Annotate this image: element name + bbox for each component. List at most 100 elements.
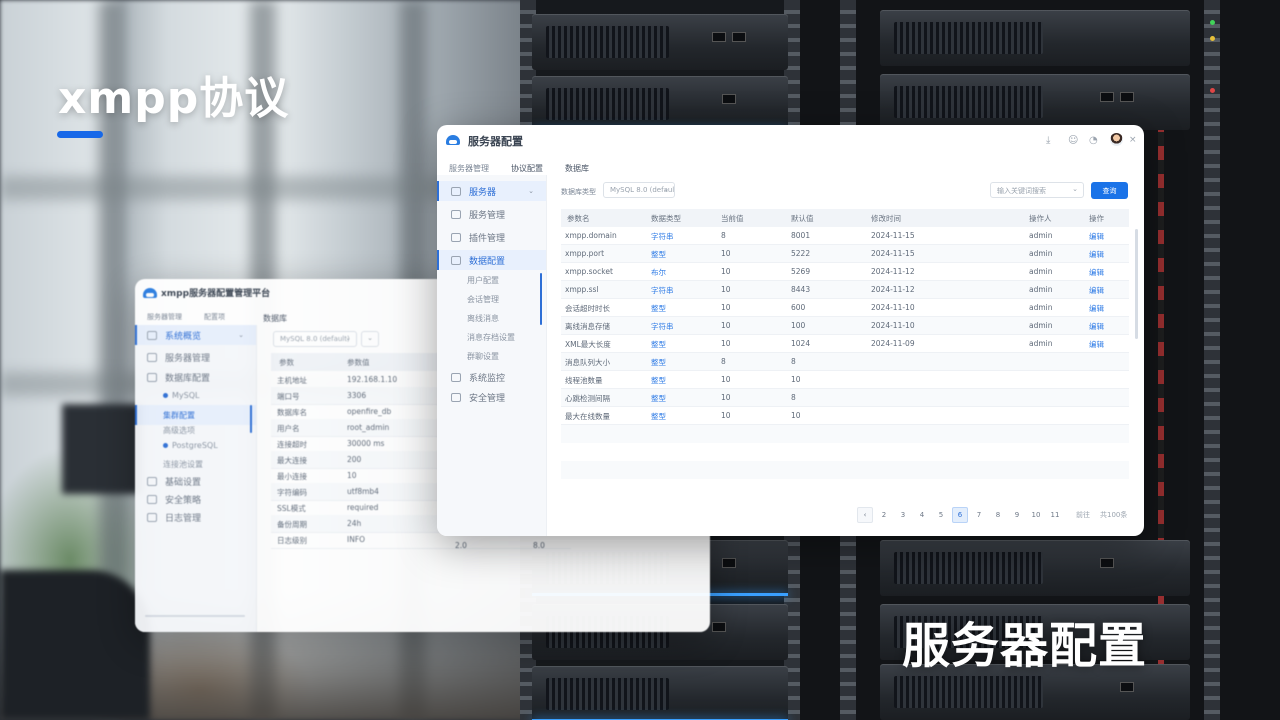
edit-link[interactable]: 编辑 [1089, 339, 1104, 350]
page-button[interactable]: 11 [1047, 507, 1063, 523]
cloud-logo-icon [446, 135, 460, 145]
table-row[interactable]: 离线消息存储 字符串 10 100 2024-11-10 admin 编辑 [561, 317, 1129, 335]
front-subnav-archive[interactable]: 消息存档设置 [467, 332, 515, 343]
table-row[interactable]: 消息队列大小 整型 8 8 [561, 353, 1129, 371]
table-row[interactable]: xmpp.port 整型 10 5222 2024-11-15 admin 编辑 [561, 245, 1129, 263]
back-tabs: 服务器管理 配置项 [147, 312, 247, 322]
front-subnav-offline[interactable]: 离线消息 [467, 313, 499, 324]
back-app-title: xmpp服务器配置管理平台 [161, 289, 271, 299]
front-nav-plugins[interactable]: 插件管理 [437, 227, 546, 247]
total-label: 共100条 [1100, 511, 1128, 519]
title-accent-bar [57, 131, 103, 138]
table-row [561, 443, 1129, 461]
back-h-scrollbar[interactable] [145, 615, 245, 617]
database-icon [147, 372, 157, 382]
tab-protocol[interactable]: 协议配置 [511, 163, 543, 174]
chevron-down-icon: ⌄ [367, 334, 373, 342]
chevron-down-icon: ⌄ [1072, 185, 1078, 193]
back-nav-logs[interactable]: 日志管理 [135, 507, 256, 527]
chevron-down-icon: ⌄ [345, 334, 351, 342]
back-subnav-mysql[interactable]: MySQL [163, 391, 199, 400]
front-subnav-sessions[interactable]: 会话管理 [467, 294, 499, 305]
chevron-down-icon: ⌄ [663, 185, 669, 193]
log-icon [147, 512, 157, 522]
back-extra-select[interactable]: ⌄ [361, 331, 379, 347]
page-button[interactable]: 9 [1009, 507, 1025, 523]
list-icon [451, 209, 461, 219]
back-subnav-pool[interactable]: 连接池设置 [163, 459, 203, 470]
back-nav-security[interactable]: 安全策略 [135, 489, 256, 509]
table-row[interactable]: 线程池数量 整型 10 10 [561, 371, 1129, 389]
slide-subtitle: 服务器配置 [902, 618, 1148, 674]
table-row[interactable]: XML最大长度 整型 10 1024 2024-11-09 admin 编辑 [561, 335, 1129, 353]
db-type-select[interactable]: MySQL 8.0 (default) ⌄ [603, 182, 675, 198]
cloud-logo-icon [143, 288, 157, 298]
home-icon [147, 330, 157, 340]
db-type-label: 数据库类型 [561, 188, 596, 196]
front-subnav-users[interactable]: 用户配置 [467, 275, 499, 286]
edit-link[interactable]: 编辑 [1089, 249, 1104, 260]
front-nav-monitor[interactable]: 系统监控 [437, 367, 546, 387]
page-button[interactable]: 7 [971, 507, 987, 523]
close-icon[interactable]: × [1129, 135, 1137, 145]
download-icon[interactable]: ⤓ [1046, 135, 1050, 146]
page-button[interactable]: 10 [1028, 507, 1044, 523]
back-nav-servers[interactable]: 服务器管理 [135, 347, 256, 367]
back-subnav-advanced[interactable]: 高级选项 [163, 425, 195, 436]
page-button[interactable]: 4 [914, 507, 930, 523]
back-sidebar: 系统概览 ⌄ 服务器管理 数据库配置 MySQL 集群配置 高级选项 Postgr… [135, 325, 257, 632]
page-button[interactable]: 8 [990, 507, 1006, 523]
front-sidebar: 服务器 ⌄ 服务管理 插件管理 数据配置 用户配置 会话管理 离线消息 消息存档设… [437, 175, 547, 536]
search-button[interactable]: 查询 [1091, 182, 1128, 199]
user-icon[interactable]: ☺ [1068, 135, 1078, 146]
goto-label: 前往 [1076, 511, 1090, 519]
back-subnav-postgres[interactable]: PostgreSQL [163, 441, 218, 450]
table-row[interactable]: xmpp.ssl 字符串 10 8443 2024-11-12 admin 编辑 [561, 281, 1129, 299]
front-subnav-groupchat[interactable]: 群聊设置 [467, 351, 499, 362]
search-input[interactable]: 输入关键词搜索 ⌄ [990, 182, 1084, 198]
back-tab-2[interactable]: 配置项 [204, 312, 225, 322]
shield-icon [147, 494, 157, 504]
page-button[interactable]: 5 [933, 507, 949, 523]
config-table-header: 参数名 数据类型 当前值 默认值 修改时间 操作人 操作 [561, 209, 1129, 227]
table-row[interactable]: 心跳检测间隔 整型 10 8 [561, 389, 1129, 407]
table-row[interactable]: 会话超时时长 整型 10 600 2024-11-10 admin 编辑 [561, 299, 1129, 317]
table-row[interactable]: xmpp.socket 布尔 10 5269 2024-11-12 admin 编辑 [561, 263, 1129, 281]
back-db-select[interactable]: MySQL 8.0 (default) ⌄ [273, 331, 357, 347]
back-nav-database[interactable]: 数据库配置 [135, 367, 256, 387]
back-last-row-right: 8.0 [533, 541, 545, 550]
table-row[interactable]: 最大在线数量 整型 10 10 [561, 407, 1129, 425]
edit-link[interactable]: 编辑 [1089, 231, 1104, 242]
table-row [561, 479, 1129, 497]
back-subnav-cluster[interactable]: 集群配置 [135, 405, 256, 425]
tab-database[interactable]: 数据库 [565, 163, 589, 174]
page-button[interactable]: 2 [876, 507, 892, 523]
back-section-title: 数据库 [263, 314, 287, 323]
edit-link[interactable]: 编辑 [1089, 303, 1104, 314]
page-prev-button[interactable]: ‹ [857, 507, 873, 523]
front-nav-data[interactable]: 数据配置 [437, 250, 546, 270]
slide-title: xmpp协议 [58, 73, 290, 124]
front-app-window: 服务器配置 ⤓ ☺ ◔ × 服务器管理 协议配置 数据库 服务器 ⌄ 服务管理 插… [437, 125, 1144, 536]
server-icon [451, 186, 461, 196]
front-nav-services[interactable]: 服务管理 [437, 204, 546, 224]
bell-icon[interactable]: ◔ [1089, 135, 1098, 146]
table-row[interactable]: xmpp.domain 字符串 8 8001 2024-11-15 admin 编辑 [561, 227, 1129, 245]
page-button[interactable]: 3 [895, 507, 911, 523]
avatar[interactable] [1110, 133, 1123, 146]
front-nav-server[interactable]: 服务器 ⌄ [437, 181, 546, 201]
back-tab-1[interactable]: 服务器管理 [147, 312, 182, 322]
back-nav-overview[interactable]: 系统概览 ⌄ [135, 325, 256, 345]
front-tabs: 服务器管理 协议配置 数据库 [449, 163, 611, 174]
edit-link[interactable]: 编辑 [1089, 285, 1104, 296]
monitor-icon [451, 372, 461, 382]
back-nav-basic[interactable]: 基础设置 [135, 471, 256, 491]
config-table: 参数名 数据类型 当前值 默认值 修改时间 操作人 操作 xmpp.domain… [561, 209, 1129, 509]
edit-link[interactable]: 编辑 [1089, 321, 1104, 332]
edit-link[interactable]: 编辑 [1089, 267, 1104, 278]
front-nav-security[interactable]: 安全管理 [437, 387, 546, 407]
page-button-current[interactable]: 6 [952, 507, 968, 523]
tab-servers[interactable]: 服务器管理 [449, 163, 489, 174]
table-v-scrollbar[interactable] [1135, 229, 1138, 339]
front-sidebar-scroll-indicator [540, 273, 542, 325]
